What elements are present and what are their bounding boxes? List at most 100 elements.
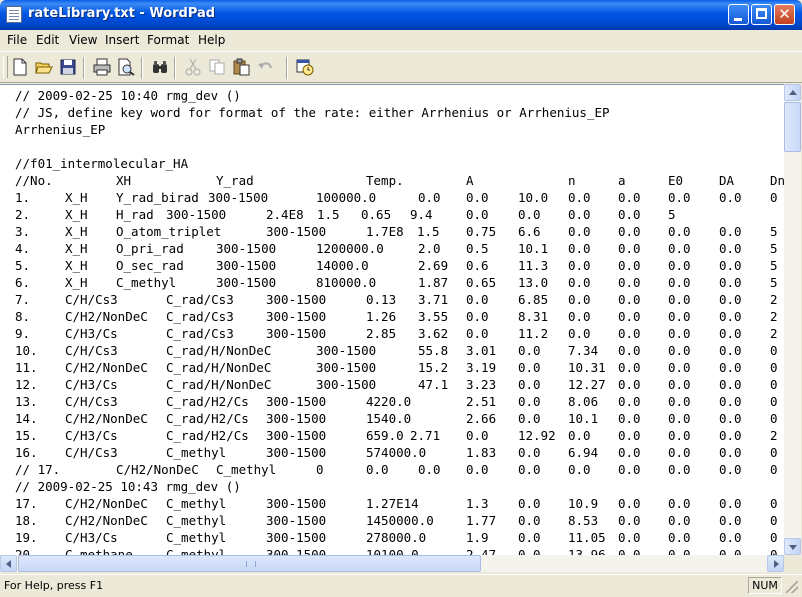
table-cell: 0.0 (668, 496, 691, 511)
table-cell: 7.34 (568, 343, 599, 358)
table-cell: 100000.0 (316, 190, 377, 205)
header-line: // 2009-02-25 10:40 rmg_dev () (15, 88, 241, 103)
table-cell: 0 (770, 377, 778, 392)
paste-icon[interactable] (232, 58, 250, 76)
menu-edit[interactable]: Edit (36, 33, 59, 47)
arrow-down-icon (789, 545, 797, 550)
table-cell: 300-1500 (266, 411, 327, 426)
document-text-area[interactable]: // 2009-02-25 10:40 rmg_dev () // JS, de… (0, 84, 784, 555)
menu-help[interactable]: Help (198, 33, 225, 47)
table-cell: 0.0 (518, 394, 541, 409)
table-cell: 2 (770, 292, 778, 307)
open-icon[interactable] (35, 58, 53, 76)
undo-icon[interactable] (256, 58, 274, 76)
column-header: XH (116, 173, 132, 188)
find-icon[interactable] (151, 58, 169, 76)
table-cell: 0.0 (466, 428, 489, 443)
minimize-button[interactable] (728, 4, 749, 25)
table-cell: 0.0 (719, 496, 742, 511)
menu-file[interactable]: File (7, 33, 27, 47)
table-cell: 12.27 (568, 377, 606, 392)
scroll-up-button[interactable] (784, 84, 801, 101)
table-cell: 0.0 (719, 343, 742, 358)
table-cell: 300-1500 (208, 190, 269, 205)
table-cell: 0.0 (719, 258, 742, 273)
table-row: 12. C/H3/Cs C_rad/H/NonDeC 300-1500 47.1 3.23… (15, 377, 784, 394)
num-lock-indicator: NUM (748, 577, 782, 594)
copy-icon[interactable] (208, 58, 226, 76)
table-cell: 0.0 (618, 292, 641, 307)
maximize-button[interactable] (751, 4, 772, 25)
new-icon[interactable] (11, 58, 29, 76)
date-time-icon[interactable] (296, 58, 314, 76)
table-cell: 0.0 (568, 275, 591, 290)
save-icon[interactable] (59, 58, 77, 76)
table-cell: 5 (770, 224, 778, 239)
print-preview-icon[interactable] (117, 58, 135, 76)
scroll-left-button[interactable] (0, 555, 17, 572)
menu-insert[interactable]: Insert (105, 33, 139, 47)
table-cell: 0.0 (466, 207, 489, 222)
close-button[interactable]: ✕ (774, 4, 795, 25)
table-cell: C/H/Cs3 (65, 292, 118, 307)
table-cell: 300-1500 (316, 360, 377, 375)
table-row: 10. C/H/Cs3 C_rad/H/NonDeC 300-1500 55.8 3.01… (15, 343, 784, 360)
table-cell: C/H2/NonDeC (65, 513, 148, 528)
scroll-down-button[interactable] (784, 538, 801, 555)
table-cell: 0.0 (568, 190, 591, 205)
table-cell: 6. (15, 275, 31, 290)
table-cell: 300-1500 (266, 292, 327, 307)
vertical-scroll-thumb[interactable] (784, 102, 801, 152)
table-cell: 300-1500 (216, 275, 277, 290)
table-cell: O_pri_rad (116, 241, 184, 256)
table-cell: 3.55 (418, 309, 449, 324)
vertical-scrollbar[interactable] (784, 84, 801, 555)
table-cell: 0.0 (719, 190, 742, 205)
table-cell: X_H (65, 241, 88, 256)
table-cell: C/H2/NonDeC (65, 411, 148, 426)
scroll-right-button[interactable] (767, 555, 784, 572)
table-cell: 3.19 (466, 360, 497, 375)
table-cell: 0.0 (719, 445, 742, 460)
horizontal-scrollbar[interactable] (0, 555, 784, 572)
arrow-right-icon (774, 560, 779, 568)
table-cell: 0.0 (568, 309, 591, 324)
table-cell: 0.0 (518, 377, 541, 392)
table-cell: 0.0 (466, 326, 489, 341)
minimize-icon (734, 18, 742, 21)
table-cell: 0.0 (568, 241, 591, 256)
table-cell: 8.53 (568, 513, 599, 528)
table-cell: 0.0 (719, 394, 742, 409)
table-cell: 12. (15, 377, 38, 392)
toolbar-separator (141, 57, 143, 79)
table-cell: 0.0 (668, 445, 691, 460)
cut-icon[interactable] (184, 58, 202, 76)
table-cell: 0 (770, 547, 778, 555)
horizontal-scroll-thumb[interactable] (18, 555, 481, 572)
menu-view[interactable]: View (69, 33, 97, 47)
scrollbar-corner (784, 555, 801, 572)
table-cell: 55.8 (418, 343, 449, 358)
table-cell: 1.7E8 (366, 224, 404, 239)
table-cell: 0.0 (668, 190, 691, 205)
table-cell: 10.0 (518, 190, 549, 205)
table-cell: C_rad/Cs3 (166, 292, 234, 307)
table-cell: 1.26 (366, 309, 397, 324)
table-cell: 2 (770, 428, 778, 443)
table-cell: 1.87 (418, 275, 449, 290)
toolbar-grip[interactable] (3, 56, 8, 78)
title-bar[interactable]: rateLibrary.txt - WordPad ✕ (0, 0, 802, 30)
table-cell: 11. (15, 360, 38, 375)
table-cell: 0.0 (618, 190, 641, 205)
table-cell: 14000.0 (316, 258, 369, 273)
resize-grip-icon[interactable] (786, 581, 798, 593)
menu-format[interactable]: Format (147, 33, 189, 47)
wordpad-document-icon[interactable] (6, 6, 22, 23)
table-row: 5. X_H O_sec_rad 300-1500 14000.0 2.69 0.6 11.3… (15, 258, 784, 275)
table-cell: 300-1500 (266, 547, 327, 555)
table-cell: 5 (668, 207, 676, 222)
table-cell: 0.0 (518, 445, 541, 460)
column-header: a (618, 173, 626, 188)
table-cell: 0.0 (719, 360, 742, 375)
print-icon[interactable] (93, 58, 111, 76)
